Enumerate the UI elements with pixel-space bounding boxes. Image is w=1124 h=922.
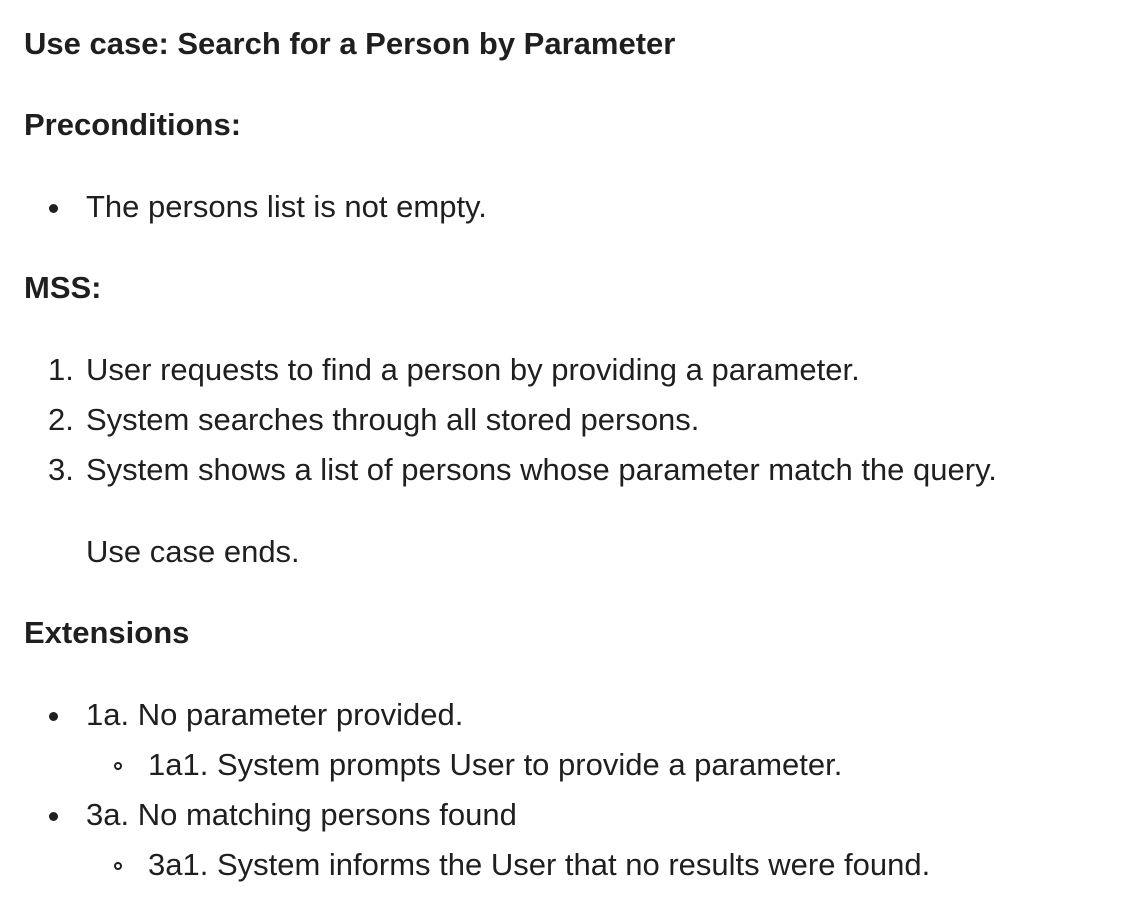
extension-item: 3a. No matching persons found	[86, 797, 517, 832]
extension-subitem: 3a1. System informs the User that no res…	[148, 847, 931, 882]
extension-item: 1a. No parameter provided.	[86, 697, 464, 732]
mss-heading: MSS:	[24, 270, 102, 305]
mss-step: User requests to find a person by provid…	[86, 352, 860, 387]
extensions-heading: Extensions	[24, 615, 190, 650]
bullet-icon	[49, 204, 58, 213]
mss-step: System searches through all stored perso…	[86, 402, 700, 437]
hollow-bullet-icon	[114, 762, 122, 770]
preconditions-heading: Preconditions:	[24, 107, 242, 142]
extension-subitem: 1a1. System prompts User to provide a pa…	[148, 747, 843, 782]
mss-step: System shows a list of persons whose par…	[86, 452, 997, 487]
mss-end-note: Use case ends.	[86, 534, 300, 569]
hollow-bullet-icon	[114, 862, 122, 870]
step-number: 2.	[48, 402, 74, 437]
bullet-icon	[49, 712, 58, 721]
step-number: 1.	[48, 352, 74, 387]
page-title: Use case: Search for a Person by Paramet…	[24, 26, 676, 61]
step-number: 3.	[48, 452, 74, 487]
list-item: The persons list is not empty.	[86, 189, 487, 224]
bullet-icon	[49, 812, 58, 821]
